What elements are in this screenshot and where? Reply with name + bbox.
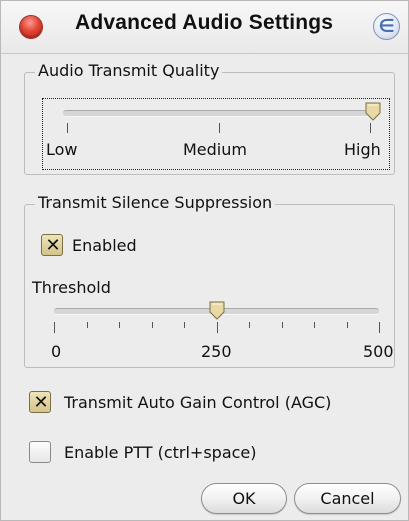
- threshold-tick: [249, 322, 250, 328]
- ptt-checkbox[interactable]: [29, 441, 51, 463]
- help-icon[interactable]: ∈: [373, 13, 400, 40]
- enabled-checkbox[interactable]: ✕: [41, 234, 63, 256]
- close-button-icon[interactable]: [20, 16, 42, 38]
- agc-checkbox[interactable]: ✕: [29, 391, 51, 413]
- agc-label: Transmit Auto Gain Control (AGC): [64, 393, 332, 412]
- quality-slider-thumb[interactable]: [365, 102, 381, 121]
- threshold-tick: [282, 322, 283, 328]
- quality-label-medium: Medium: [183, 140, 247, 159]
- quality-tick-high: [370, 123, 371, 133]
- silence-suppression-group: Transmit Silence Suppression ✕ Enabled T…: [24, 193, 395, 368]
- threshold-tick: [119, 322, 120, 328]
- threshold-tick: [379, 322, 380, 333]
- quality-slider-focus[interactable]: Low Medium High: [42, 98, 390, 170]
- threshold-tick: [217, 322, 218, 333]
- threshold-tick: [314, 322, 315, 328]
- check-mark-icon: ✕: [45, 235, 61, 256]
- silence-suppression-legend: Transmit Silence Suppression: [35, 193, 276, 212]
- threshold-label: Threshold: [32, 278, 111, 297]
- threshold-label-min: 0: [51, 342, 62, 361]
- advanced-audio-settings-window: Advanced Audio Settings ∈ Audio Transmit…: [0, 0, 409, 521]
- threshold-tick: [184, 322, 185, 328]
- cancel-button[interactable]: Cancel: [294, 483, 401, 514]
- threshold-label-max: 500: [363, 342, 394, 361]
- quality-tick-medium: [219, 123, 220, 133]
- quality-label-high: High: [344, 140, 381, 159]
- threshold-slider-thumb[interactable]: [209, 301, 225, 320]
- title-bar: Advanced Audio Settings ∈: [1, 1, 408, 54]
- check-mark-icon: ✕: [33, 392, 49, 413]
- enabled-label: Enabled: [72, 236, 137, 255]
- threshold-tick: [152, 322, 153, 328]
- threshold-tick: [54, 322, 55, 333]
- ok-button[interactable]: OK: [201, 483, 287, 514]
- quality-label-low: Low: [46, 140, 78, 159]
- threshold-tick: [87, 322, 88, 328]
- quality-tick-low: [67, 123, 68, 133]
- ptt-label: Enable PTT (ctrl+space): [64, 443, 257, 462]
- audio-quality-legend: Audio Transmit Quality: [35, 61, 223, 80]
- audio-quality-group: Audio Transmit Quality Low Medium High: [24, 61, 395, 175]
- window-title: Advanced Audio Settings: [75, 11, 334, 34]
- threshold-tick: [347, 322, 348, 328]
- threshold-label-mid: 250: [201, 342, 232, 361]
- quality-slider-track[interactable]: [63, 110, 373, 117]
